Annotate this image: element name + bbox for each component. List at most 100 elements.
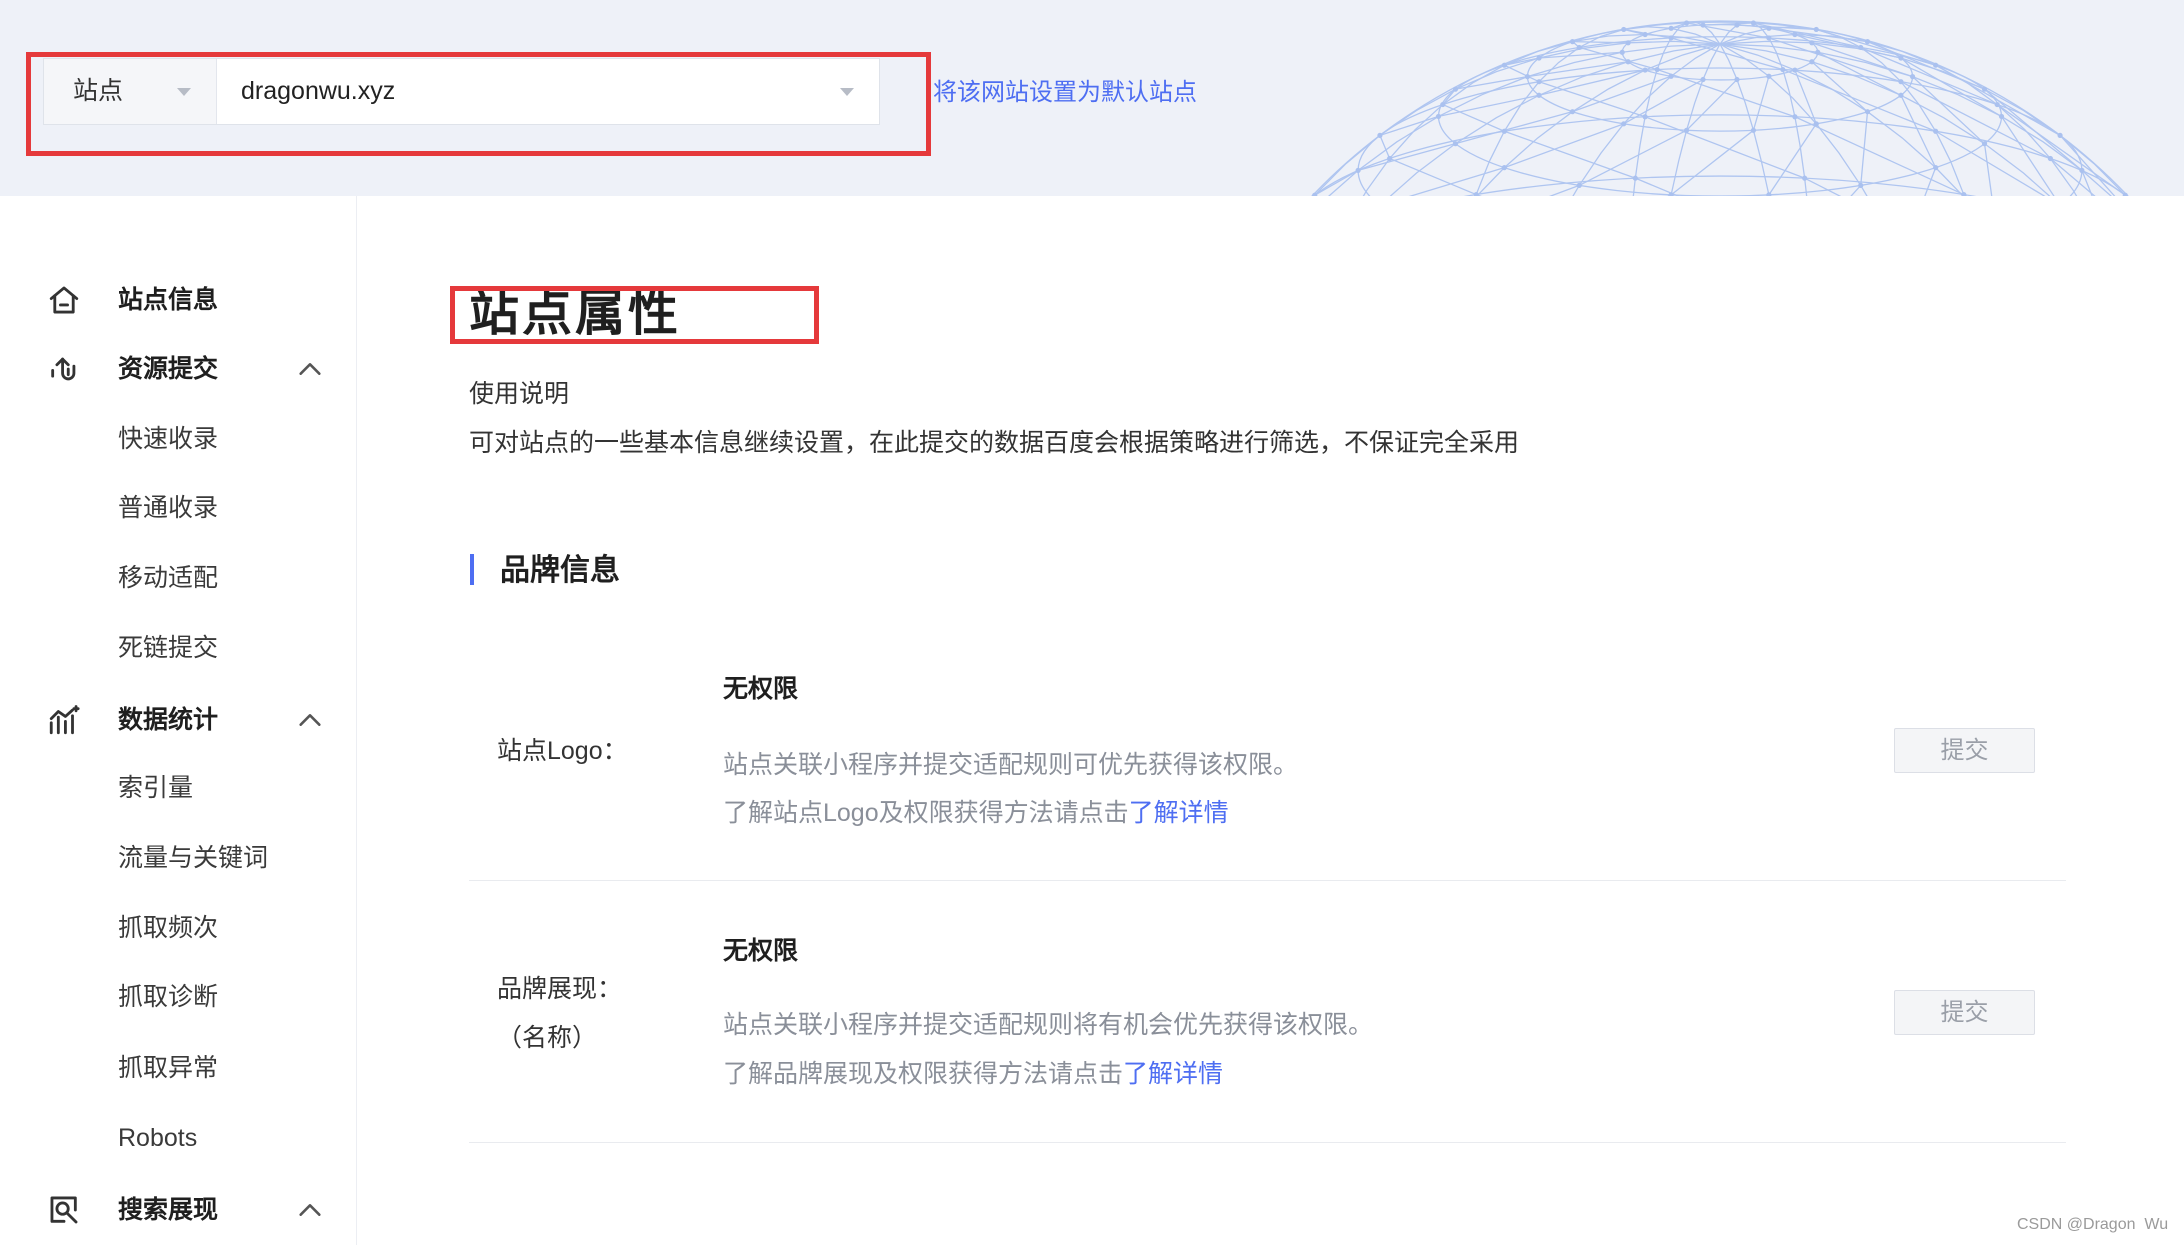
chevron-up-icon[interactable] [296, 1196, 324, 1224]
globe-node [2057, 132, 2063, 138]
globe-latitude-line [1463, 175, 1977, 196]
globe-mesh-line [2049, 157, 2096, 196]
sidebar-item-search-display[interactable]: 搜索展现 [118, 1192, 218, 1228]
globe-node [1792, 31, 1798, 38]
globe-node [1668, 35, 1674, 41]
globe-node [1766, 73, 1772, 79]
globe-mesh-line [1900, 95, 1937, 168]
site-type-dropdown[interactable]: 站点 [44, 59, 217, 124]
globe-mesh-line [1455, 76, 1528, 90]
globe-latitude-line [1437, 36, 2003, 196]
globe-node [1642, 31, 1648, 38]
brand-display-description: 站点关联小程序并提交适配规则将有机会优先获得该权限。 [723, 1011, 1374, 1039]
site-logo-submit-button[interactable]: 提交 [1894, 728, 2035, 773]
row-divider [469, 1142, 2066, 1143]
brand-display-submit-button[interactable]: 提交 [1894, 990, 2035, 1035]
globe-mesh-line [2124, 194, 2127, 196]
sidebar-item-crawl-diagnosis[interactable]: 抓取诊断 [118, 979, 218, 1015]
globe-node [1377, 132, 1383, 138]
sidebar-item-crawl-frequency[interactable]: 抓取频次 [118, 910, 218, 946]
brand-display-help-text: 了解品牌展现及权限获得方法请点击 [723, 1060, 1124, 1088]
sidebar-item-fast-index[interactable]: 快速收录 [118, 421, 218, 457]
section-title-brand-info: 品牌信息 [500, 554, 620, 587]
globe-mesh-line [2059, 134, 2116, 196]
sidebar-item-crawl-errors[interactable]: 抓取异常 [118, 1050, 218, 1086]
globe-node [1998, 113, 2005, 120]
globe-node [1898, 55, 1904, 61]
globe-node [1815, 49, 1821, 55]
sidebar-item-index-volume[interactable]: 索引量 [118, 770, 193, 806]
globe-node [1898, 79, 1904, 85]
globe-node [2079, 167, 2085, 173]
globe-mesh-line [1527, 61, 1629, 78]
sidebar-item-resource-submit[interactable]: 资源提交 [118, 351, 218, 387]
brand-display-details-link[interactable]: 了解详情 [1123, 1060, 1223, 1088]
chevron-down-icon [840, 88, 854, 96]
usage-description: 可对站点的一些基本信息继续设置，在此提交的数据百度会根据策略进行筛选，不保证完全… [469, 429, 1520, 457]
globe-node [1780, 66, 1786, 73]
sidebar-item-mobile-adapt[interactable]: 移动适配 [118, 560, 218, 596]
site-logo-label: 站点Logo： [497, 737, 628, 765]
sidebar-item-site-info[interactable]: 站点信息 [118, 282, 218, 318]
globe-node [1642, 67, 1648, 73]
globe-mesh-line [1379, 115, 1439, 136]
globe-node [1619, 49, 1625, 55]
globe-node [1909, 74, 1916, 80]
globe-node [1933, 62, 1939, 68]
globe-node [1734, 76, 1740, 83]
globe-node [1642, 114, 1648, 120]
globe-node [1569, 109, 1576, 115]
globe-node [1435, 113, 1442, 120]
globe-node [1576, 182, 1582, 189]
globe-node [1792, 67, 1798, 73]
chevron-down-icon [177, 88, 191, 96]
globe-node [1750, 127, 1757, 133]
globe-node [1473, 191, 1479, 196]
globe-node [1440, 101, 1446, 108]
sidebar-item-normal-index[interactable]: 普通收录 [118, 490, 218, 526]
globe-node [1524, 74, 1531, 80]
globe-node [1809, 40, 1815, 46]
globe-graphic [1311, 20, 2129, 196]
sidebar-item-deadlink-submit[interactable]: 死链提交 [118, 630, 218, 666]
globe-mesh-line [1504, 130, 1636, 179]
globe-node [1683, 20, 1690, 26]
globe-node [1961, 191, 1967, 196]
chevron-up-icon[interactable] [296, 355, 324, 383]
globe-node [1452, 86, 1459, 92]
globe-mesh-line [1644, 116, 1805, 179]
globe-mesh-line [1811, 61, 1868, 113]
globe-node [1809, 59, 1815, 65]
globe-node [1536, 55, 1542, 61]
globe-meridian-line [1719, 43, 2051, 196]
globe-node [1858, 44, 1864, 51]
site-domain-dropdown[interactable]: dragonwu.xyz [217, 59, 879, 124]
usage-title: 使用说明 [469, 380, 570, 408]
site-logo-details-link[interactable]: 了解详情 [1129, 799, 1229, 827]
globe-node [1654, 66, 1660, 73]
sidebar-item-traffic-keywords[interactable]: 流量与关键词 [118, 840, 268, 876]
globe-mesh-line [1538, 81, 1646, 118]
globe-node [1576, 44, 1582, 51]
globe-mesh-line [1794, 116, 1965, 196]
globe-node [1750, 20, 1757, 26]
globe-node [1813, 121, 1819, 127]
globe-mesh-line [1379, 135, 1391, 159]
site-selector: 站点 dragonwu.xyz [43, 58, 880, 125]
sidebar-item-data-stats[interactable]: 数据统计 [118, 702, 218, 738]
globe-node [1625, 59, 1631, 65]
globe-node [1668, 73, 1674, 79]
globe-meridian-line [1572, 43, 1721, 196]
globe-node [1668, 25, 1674, 31]
set-default-site-link[interactable]: 将该网站设置为默认站点 [933, 76, 1197, 110]
site-logo-help: 了解站点Logo及权限获得方法请点击了解详情 [723, 795, 1229, 831]
site-logo-help-text: 了解站点Logo及权限获得方法请点击 [723, 799, 1129, 827]
site-logo-description: 站点关联小程序并提交适配规则可优先获得该权限。 [723, 751, 1299, 779]
chevron-up-icon[interactable] [296, 706, 324, 734]
globe-node [1933, 128, 1939, 134]
globe-node [1501, 62, 1507, 68]
globe-node [1621, 121, 1627, 127]
globe-node [1501, 128, 1507, 134]
sidebar-item-robots[interactable]: Robots [118, 1120, 197, 1156]
globe-mesh-line [1438, 94, 1540, 118]
